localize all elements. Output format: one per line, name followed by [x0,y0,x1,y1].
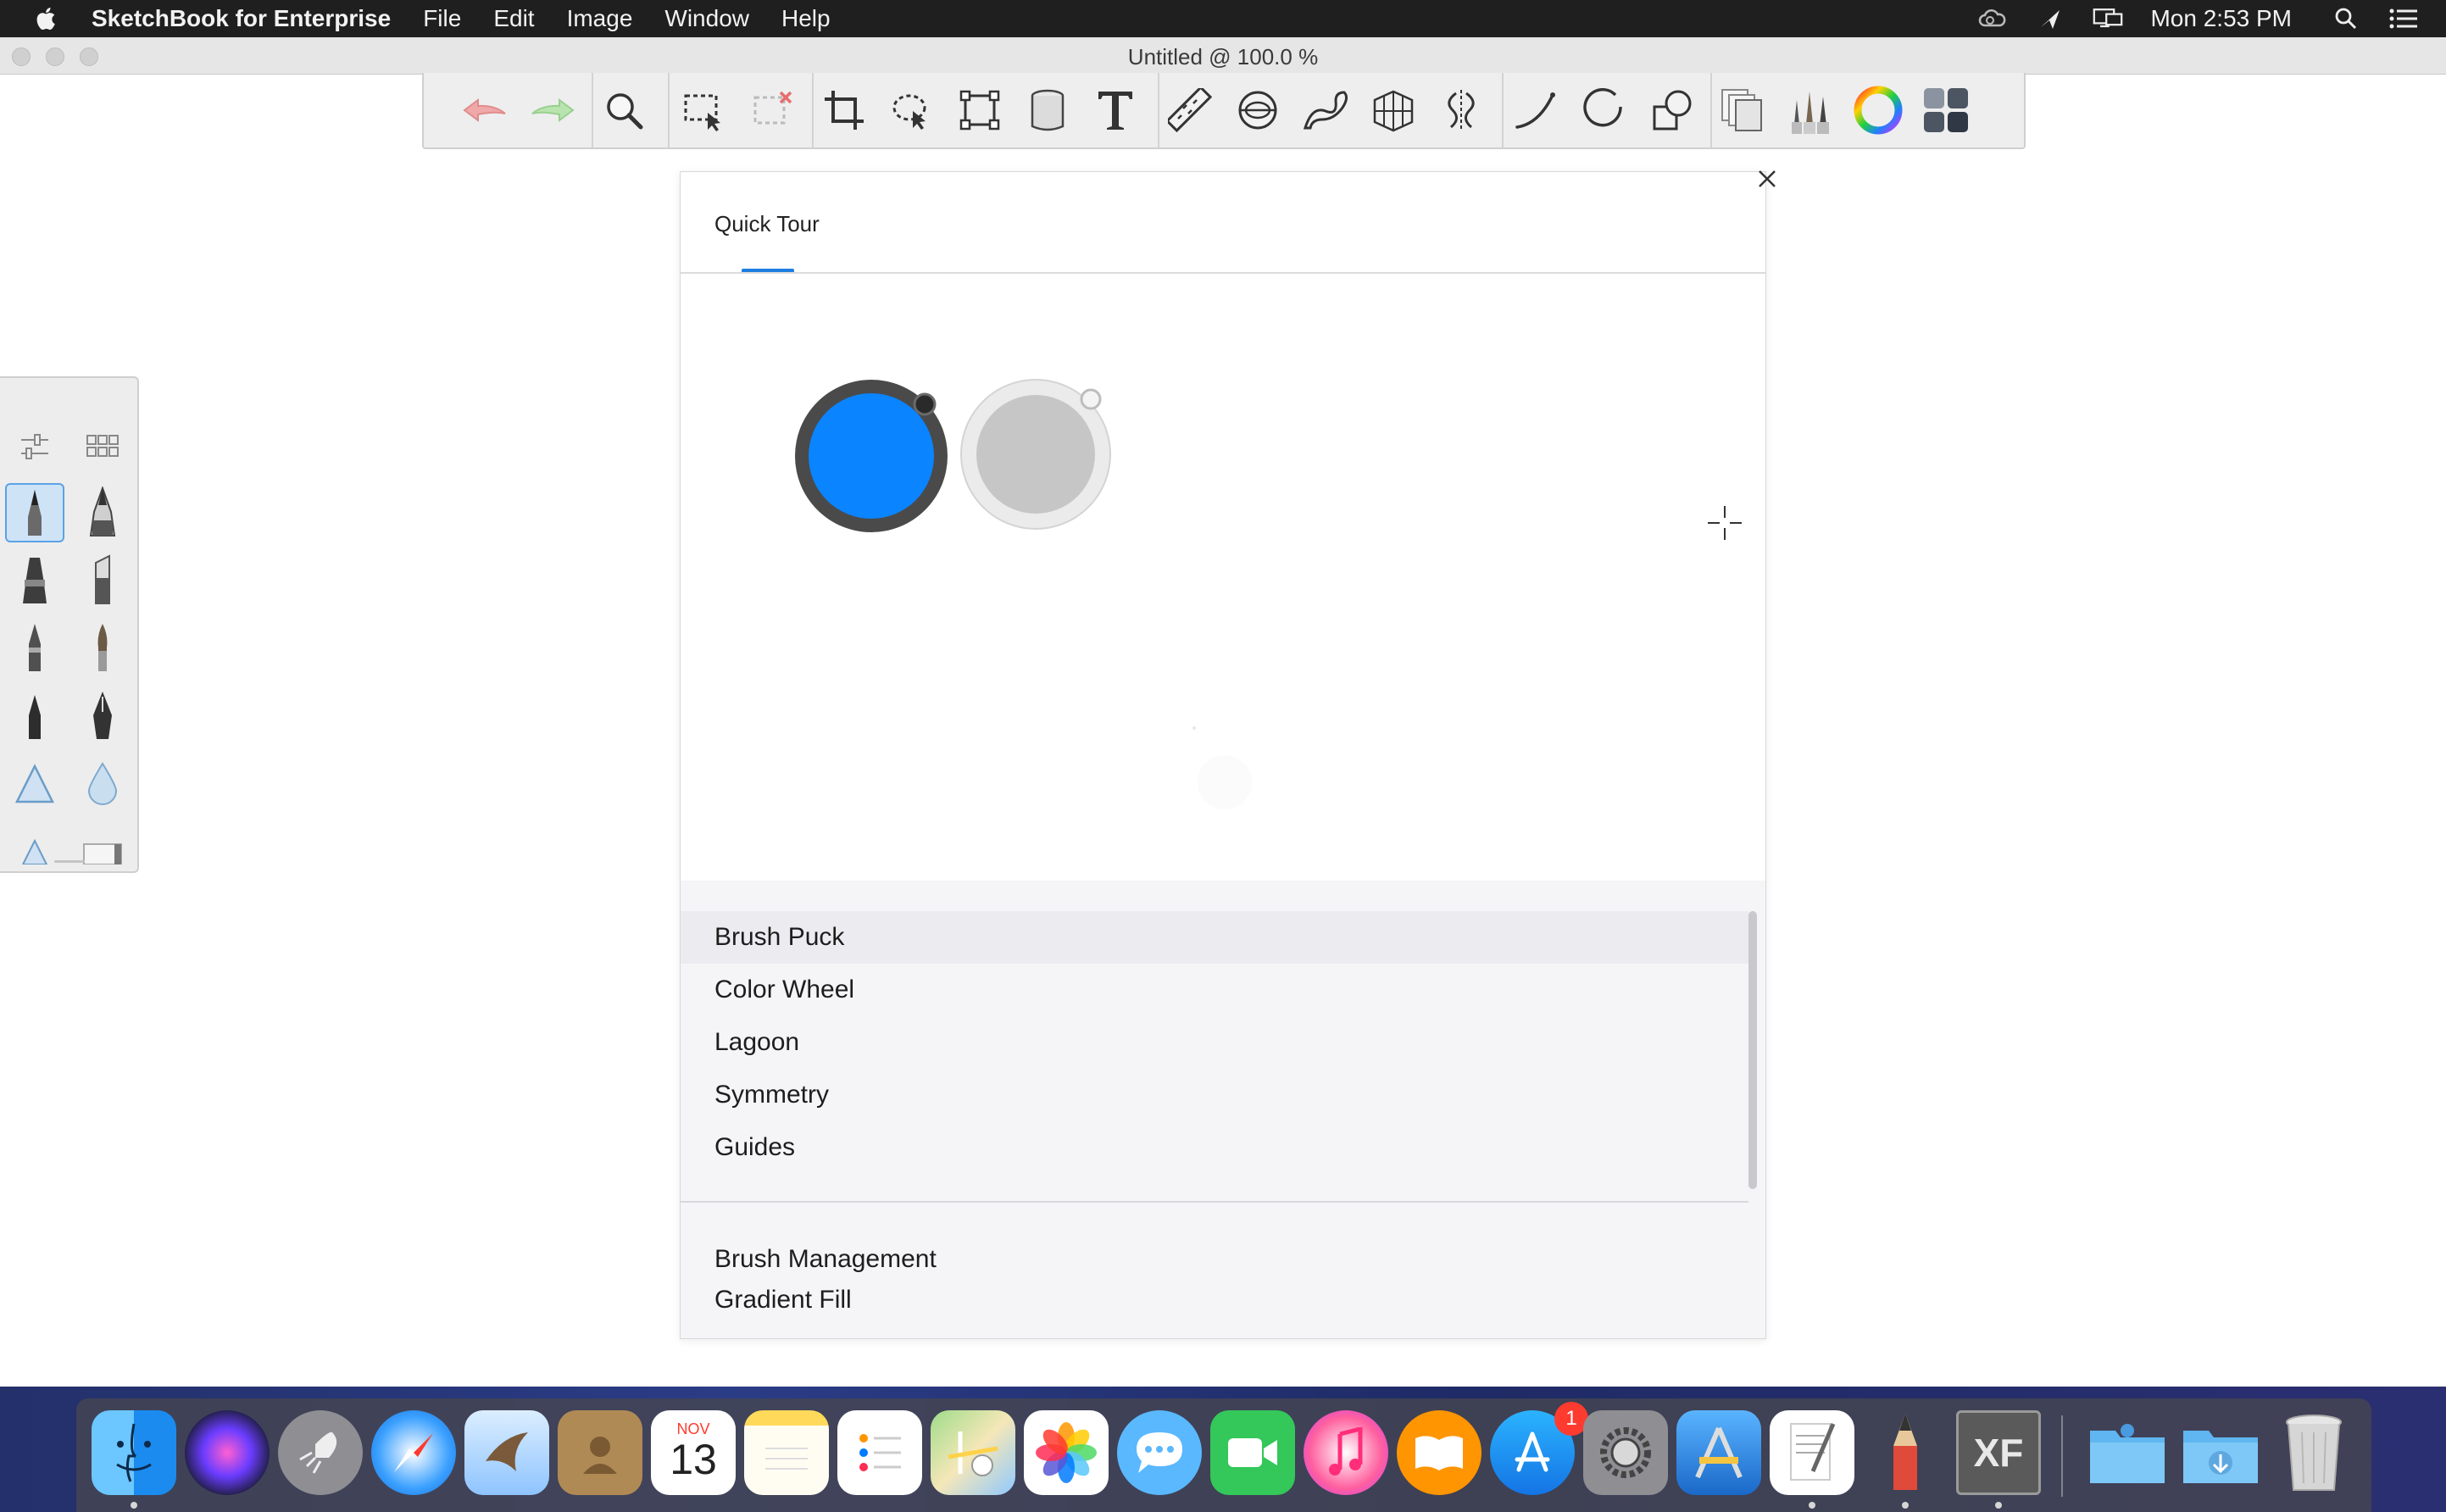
list-scrollbar[interactable] [1748,911,1757,1189]
chisel-marker-brush-icon[interactable] [73,551,132,610]
zoom-icon[interactable] [598,85,649,136]
safari-icon[interactable] [371,1410,456,1495]
messages-icon[interactable] [1117,1410,1202,1495]
apple-menu-icon[interactable] [32,4,61,33]
launchpad-icon[interactable] [278,1410,363,1495]
image-menu[interactable]: Image [567,5,633,32]
brush-palette-panel [0,376,139,873]
spotlight-search-icon[interactable] [2331,6,2361,31]
file-menu[interactable]: File [423,5,461,32]
list-item-guides[interactable]: Guides [681,1121,1748,1174]
list-section-divider [681,1201,1748,1203]
facetime-icon[interactable] [1210,1410,1295,1495]
list-item-brush-puck[interactable]: Brush Puck [681,911,1748,964]
water-drop-blur-icon[interactable] [73,754,132,814]
brush-palette-toggle-icon[interactable] [1921,85,1971,136]
calligraphy-pen-brush-icon[interactable] [73,687,132,746]
dock: NOV 13 1 XF [76,1398,2371,1512]
palette-resize-handle[interactable] [54,860,85,863]
instruments-icon[interactable] [1676,1410,1761,1495]
calendar-icon[interactable]: NOV 13 [651,1410,736,1495]
itunes-icon[interactable] [1304,1410,1388,1495]
list-item-lagoon[interactable]: Lagoon [681,1016,1748,1069]
text-tool-icon[interactable] [1090,85,1141,136]
notes-icon[interactable] [744,1410,829,1495]
xf-app-icon[interactable]: XF [1956,1410,2041,1495]
tour-preview-area [681,274,1765,881]
faint-puck-hint [1192,726,1252,809]
creative-cloud-icon[interactable] [1977,6,2008,31]
main-toolbar [422,73,2026,149]
reminders-icon[interactable] [837,1410,922,1495]
list-item-color-wheel[interactable]: Color Wheel [681,964,1748,1016]
rectangle-select-icon[interactable] [678,85,729,136]
shapes-icon[interactable] [1646,85,1697,136]
quick-tour-dialog: Quick Tour Brush Puck Color Wheel Lagoon… [680,170,1776,1339]
brush-library-grid-icon[interactable] [73,417,132,476]
finder-icon[interactable] [92,1410,176,1495]
menubar: SketchBook for Enterprise File Edit Imag… [0,0,2446,37]
help-menu[interactable]: Help [781,5,831,32]
color-wheel-icon[interactable] [1853,85,1904,136]
ballpoint-brush-icon[interactable] [5,619,64,678]
xf-app-label: XF [1973,1431,2024,1475]
list-item-symmetry[interactable]: Symmetry [681,1069,1748,1121]
display-icon[interactable] [2093,6,2123,31]
calendar-day: 13 [670,1435,717,1483]
brush-puck-secondary[interactable] [957,375,1115,533]
eraser-brush-icon[interactable] [73,822,132,871]
window-title: Untitled @ 100.0 % [1127,44,1319,69]
inking-pen-brush-icon[interactable] [73,483,132,542]
crosshair-cursor-icon [1708,506,1742,540]
list-item-gradient-fill[interactable]: Gradient Fill [681,1286,1748,1311]
marker-brush-icon[interactable] [5,551,64,610]
textedit-icon[interactable] [1770,1410,1854,1495]
notification-center-icon[interactable] [2388,6,2419,31]
maps-icon[interactable] [931,1410,1015,1495]
contacts-icon[interactable] [558,1410,642,1495]
ellipse-guide-icon[interactable] [1232,85,1283,136]
deselect-icon[interactable] [748,85,798,136]
menubar-clock[interactable]: Mon 2:53 PM [2150,5,2292,32]
brush-puck-primary[interactable] [791,375,952,536]
system-preferences-icon[interactable] [1583,1410,1668,1495]
photos-icon[interactable] [1024,1410,1109,1495]
brush-properties-icon[interactable] [5,417,64,476]
perspective-grid-icon[interactable] [1368,85,1419,136]
trash-icon[interactable] [2271,1410,2356,1495]
close-icon[interactable] [1750,162,1784,196]
brush-library-icon[interactable] [1785,85,1836,136]
crop-icon[interactable] [819,85,870,136]
airbrush-soft-icon[interactable] [5,754,64,814]
tour-topic-list: Brush Puck Color Wheel Lagoon Symmetry G… [681,881,1765,1338]
ruler-icon[interactable] [1165,85,1215,136]
lasso-select-icon[interactable] [887,85,937,136]
tab-quick-tour[interactable]: Quick Tour [714,211,820,237]
downloads-folder-icon[interactable] [2178,1410,2263,1495]
stroke-icon[interactable] [1510,85,1561,136]
app-name-menu[interactable]: SketchBook for Enterprise [92,5,391,32]
felt-tip-brush-icon[interactable] [5,687,64,746]
list-item-brush-management[interactable]: Brush Management [681,1233,1748,1286]
fill-bucket-icon[interactable] [1022,85,1073,136]
applications-folder-icon[interactable] [2085,1410,2170,1495]
redo-icon[interactable] [527,85,578,136]
transform-icon[interactable] [954,85,1005,136]
paintbrush-icon[interactable] [73,619,132,678]
symmetry-icon[interactable] [1436,85,1487,136]
siri-icon[interactable] [185,1410,270,1495]
french-curve-icon[interactable] [1300,85,1351,136]
airplay-icon[interactable] [2035,6,2065,31]
ibooks-icon[interactable] [1397,1410,1481,1495]
layers-icon[interactable] [1717,85,1768,136]
window-menu[interactable]: Window [664,5,749,32]
sketchbook-icon[interactable] [1863,1410,1948,1495]
mail-icon[interactable] [464,1410,549,1495]
undo-icon[interactable] [459,85,510,136]
airbrush-hard-icon[interactable] [5,822,64,871]
circle-shape-icon[interactable] [1578,85,1629,136]
window-titlebar: Untitled @ 100.0 % [0,37,2446,75]
edit-menu[interactable]: Edit [493,5,534,32]
pencil-brush-icon[interactable] [5,483,64,542]
